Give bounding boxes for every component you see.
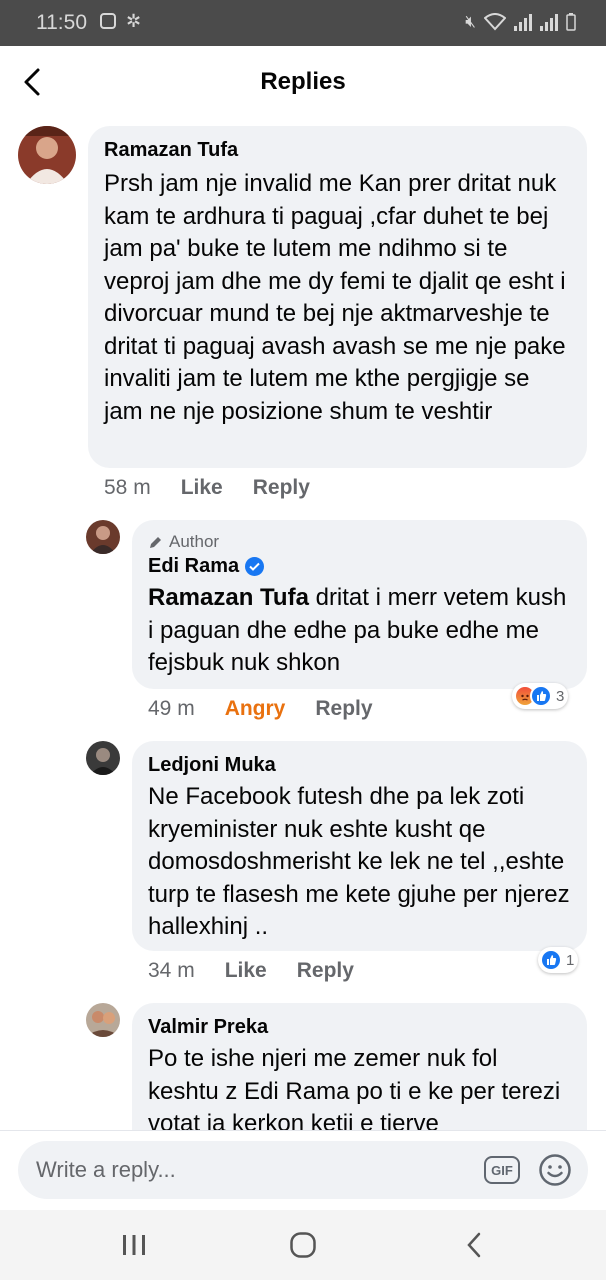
commenter-name[interactable]: Valmir Preka [148,1015,571,1039]
mute-icon: 🔇︎ [465,12,476,31]
comment-text: Ne Facebook futesh dhe pa lek zoti kryem… [148,783,570,940]
comment-bubble[interactable]: Ramazan Tufa Prsh jam nje invalid me Kan… [88,126,587,468]
comment-text: Prsh jam nje invalid me Kan prer dritat … [104,170,566,425]
reaction-summary[interactable]: 3 [512,683,569,709]
comment-time[interactable]: 58 m [104,476,151,500]
like-button[interactable]: Like [225,959,267,983]
comment-actions: 34 m Like Reply [148,959,354,983]
header: Replies [0,46,606,118]
reaction-count: 1 [566,951,575,969]
sticker-icon[interactable] [538,1153,572,1187]
reply-button[interactable]: Reply [253,476,310,500]
avatar-valmir-preka[interactable] [86,1003,120,1037]
commenter-name[interactable]: Edi Rama [148,554,239,578]
page-title: Replies [260,68,346,95]
notification-icon [100,13,116,29]
like-reaction-icon [540,949,562,971]
comment-actions: 58 m Like Reply [104,476,310,500]
reaction-count: 3 [556,687,565,705]
system-nav-bar [0,1210,606,1280]
gif-icon[interactable]: GIF [484,1156,520,1184]
comment-bubble[interactable]: Author Edi Rama Ramazan Tufa dritat i me… [132,520,587,689]
battery-icon [566,13,576,31]
settings-gear-icon: ✲ [126,11,142,31]
comment-time[interactable]: 34 m [148,959,195,983]
avatar-ramazan-tufa[interactable] [18,126,76,184]
angry-reaction-button[interactable]: Angry [225,697,286,721]
status-bar: 11:50 ✲ 🔇︎ [0,0,606,46]
comment-time[interactable]: 49 m [148,697,195,721]
author-badge: Author [148,532,571,552]
verified-badge-icon [245,556,265,576]
avatar-ledjoni-muka[interactable] [86,741,120,775]
reply-button[interactable]: Reply [315,697,372,721]
avatar-edi-rama[interactable] [86,520,120,554]
comment-bubble[interactable]: Ledjoni Muka Ne Facebook futesh dhe pa l… [132,741,587,951]
like-button[interactable]: Like [181,476,223,500]
reply-button[interactable]: Reply [297,959,354,983]
mention-link[interactable]: Ramazan Tufa [148,584,309,611]
commenter-name[interactable]: Ramazan Tufa [104,138,571,162]
signal-icon [514,13,532,31]
recents-icon[interactable] [114,1228,154,1262]
nav-back-icon[interactable] [454,1228,494,1262]
signal-icon-2 [540,13,558,31]
comment-actions: 49 m Angry Reply [148,697,373,721]
reply-composer: GIF [0,1130,606,1210]
status-time: 11:50 [36,11,87,34]
pencil-icon [150,536,161,548]
commenter-name[interactable]: Ledjoni Muka [148,753,571,777]
comment-text: Po te ishe njeri me zemer nuk fol keshtu… [148,1045,561,1137]
home-icon[interactable] [283,1228,323,1262]
comment-text: Ramazan Tufa dritat i merr vetem kush i … [148,584,567,676]
reaction-summary[interactable]: 1 [538,947,579,973]
wifi-icon [484,13,506,31]
like-reaction-icon [530,685,552,707]
